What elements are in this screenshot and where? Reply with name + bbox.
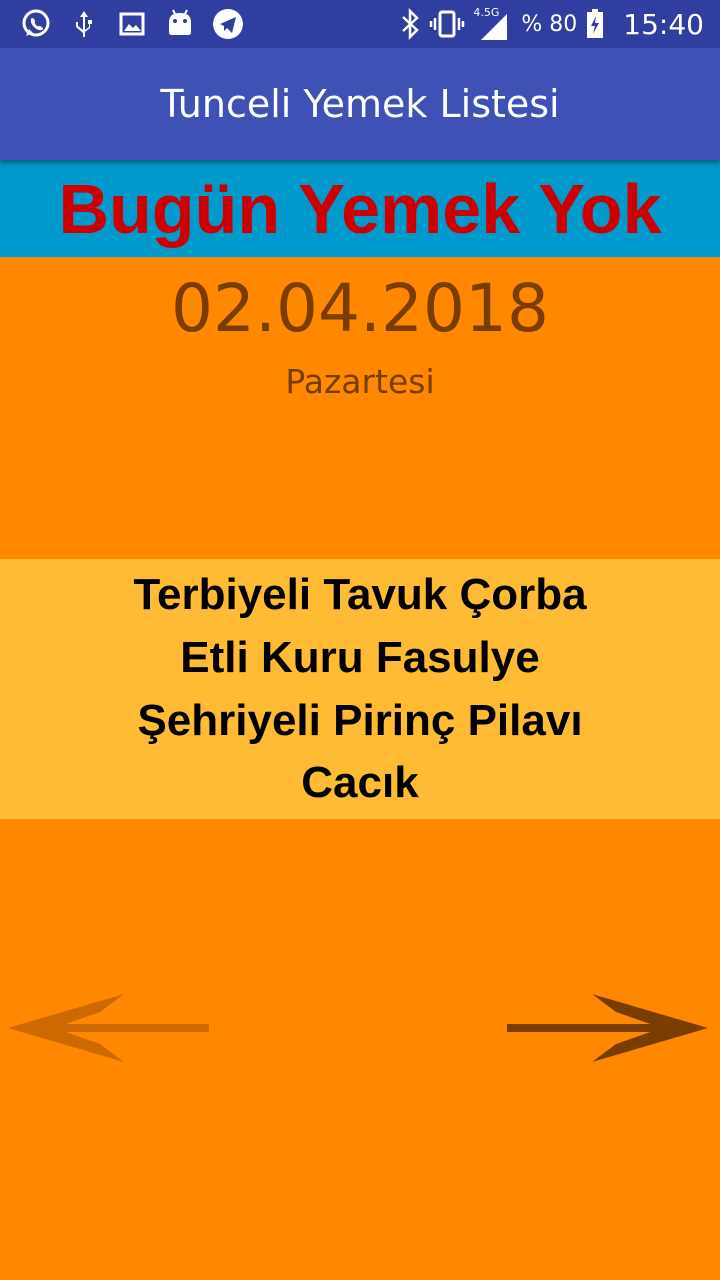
app-bar: Tunceli Yemek Listesi <box>0 48 720 160</box>
app-title: Tunceli Yemek Listesi <box>160 82 560 126</box>
battery-charging-icon <box>587 9 604 38</box>
screen: 4.5G % 80 15:40 Tunceli Yemek Listesi Bu… <box>0 0 720 1280</box>
cell-signal-icon <box>481 14 508 40</box>
usb-icon <box>76 11 92 37</box>
bluetooth-icon <box>402 8 420 40</box>
clock: 15:40 <box>623 7 704 41</box>
signal-indicator: 4.5G <box>473 6 513 42</box>
menu-item-side: Şehriyeli Pirinç Pilavı <box>137 695 583 745</box>
menu-list: Terbiyeli Tavuk Çorba Etli Kuru Fasulye … <box>0 559 720 819</box>
battery-percent: % 80 <box>521 11 578 37</box>
banner-text: Bugün Yemek Yok <box>58 169 662 248</box>
menu-item-extra: Cacık <box>301 758 419 808</box>
telegram-icon <box>213 9 243 39</box>
arrow-right-icon[interactable] <box>502 990 712 1066</box>
date-label: 02.04.2018 <box>171 270 549 347</box>
android-icon <box>169 9 191 35</box>
no-meal-banner: Bugün Yemek Yok <box>0 160 720 257</box>
status-bar: 4.5G % 80 15:40 <box>0 0 720 48</box>
status-bar-right: 4.5G % 80 15:40 <box>399 0 704 48</box>
whatsapp-icon <box>22 9 50 37</box>
weekday-label: Pazartesi <box>285 362 435 401</box>
vibrate-icon <box>430 10 465 38</box>
arrow-left-icon[interactable] <box>4 990 214 1066</box>
menu-item-main: Etli Kuru Fasulye <box>180 632 540 682</box>
menu-item-soup: Terbiyeli Tavuk Çorba <box>133 570 587 619</box>
image-icon <box>119 12 145 36</box>
